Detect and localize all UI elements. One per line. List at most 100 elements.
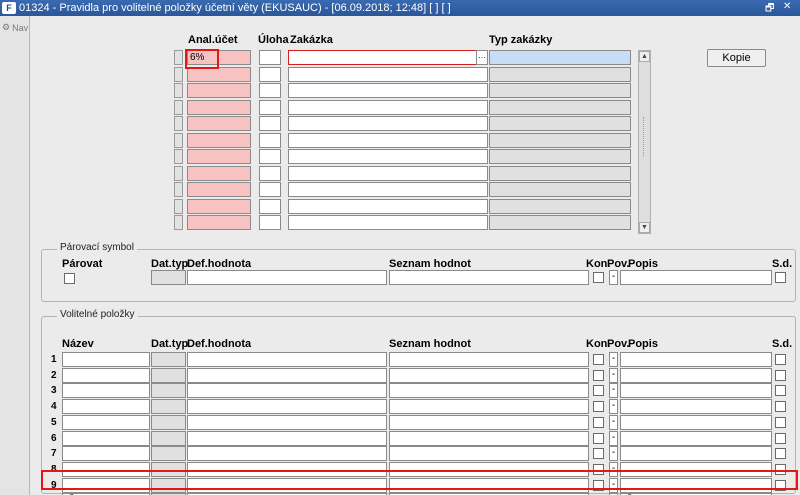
row-selector[interactable]: [174, 215, 183, 230]
anal-ucet-field[interactable]: [187, 165, 251, 181]
row-selector[interactable]: [174, 83, 183, 98]
row-selector[interactable]: [174, 99, 183, 115]
pov-field[interactable]: -: [609, 446, 618, 462]
defhodnota-field[interactable]: [187, 430, 387, 446]
kopie-button[interactable]: Kopie: [707, 49, 766, 67]
seznam-hodnot-field[interactable]: [389, 414, 589, 430]
popis-field[interactable]: [620, 430, 772, 446]
zakazka-field[interactable]: [288, 99, 488, 115]
uloha-field[interactable]: [259, 66, 281, 82]
arrow-down-icon[interactable]: ▼: [639, 222, 650, 233]
row-selector[interactable]: [174, 132, 183, 148]
popis-field[interactable]: [620, 446, 772, 462]
zakazka-field[interactable]: [288, 198, 488, 214]
zakazka-field[interactable]: [288, 165, 488, 181]
seznam-hodnot-field[interactable]: [389, 352, 589, 367]
row-selector[interactable]: [174, 149, 183, 164]
uloha-field[interactable]: [259, 215, 281, 230]
anal-ucet-field[interactable]: [187, 149, 251, 164]
defhodnota-field[interactable]: [187, 383, 387, 399]
close-icon[interactable]: ✕: [783, 1, 791, 12]
uloha-field[interactable]: [259, 165, 281, 181]
parovat-checkbox[interactable]: [64, 273, 75, 284]
parovaci-sd-checkbox[interactable]: [775, 272, 786, 283]
pov-field[interactable]: -: [609, 399, 618, 415]
row-selector[interactable]: [174, 116, 183, 131]
popis-field[interactable]: [620, 383, 772, 399]
defhodnota-field[interactable]: [187, 352, 387, 367]
defhodnota-field[interactable]: [187, 399, 387, 415]
uloha-field[interactable]: [259, 50, 281, 65]
anal-ucet-field[interactable]: [187, 83, 251, 98]
seznam-hodnot-field[interactable]: [389, 367, 589, 383]
pov-field[interactable]: -: [609, 430, 618, 446]
nazev-field[interactable]: [62, 414, 150, 430]
uloha-field[interactable]: [259, 116, 281, 131]
anal-ucet-field[interactable]: [187, 116, 251, 131]
sd-checkbox[interactable]: [775, 369, 786, 381]
parovaci-defhodnota-field[interactable]: [187, 270, 387, 285]
sd-checkbox[interactable]: [775, 385, 786, 397]
arrow-up-icon[interactable]: ▲: [639, 51, 650, 62]
zakazka-field[interactable]: [288, 116, 488, 131]
nazev-field[interactable]: [62, 352, 150, 367]
grid-scrollbar[interactable]: ▲ ▼: [638, 50, 651, 234]
seznam-hodnot-field[interactable]: [389, 383, 589, 399]
zakazka-field[interactable]: [288, 83, 488, 98]
navigator-tab[interactable]: ⚙ Nav: [2, 22, 28, 33]
nazev-field[interactable]: [62, 383, 150, 399]
sd-checkbox[interactable]: [775, 401, 786, 413]
kon-checkbox[interactable]: [593, 354, 604, 365]
uloha-field[interactable]: [259, 99, 281, 115]
defhodnota-field[interactable]: [187, 414, 387, 430]
seznam-hodnot-field[interactable]: [389, 399, 589, 415]
parovaci-kon-checkbox[interactable]: [593, 272, 604, 283]
uloha-field[interactable]: [259, 132, 281, 148]
defhodnota-field[interactable]: [187, 367, 387, 383]
parovaci-popis-field[interactable]: [620, 270, 772, 285]
zakazka-field[interactable]: [288, 149, 488, 164]
row-selector[interactable]: [174, 165, 183, 181]
anal-ucet-field[interactable]: [187, 182, 251, 197]
pov-field[interactable]: -: [609, 383, 618, 399]
sd-checkbox[interactable]: [775, 448, 786, 460]
row-selector[interactable]: [174, 182, 183, 197]
parovaci-seznam-field[interactable]: [389, 270, 589, 285]
kon-checkbox[interactable]: [593, 401, 604, 413]
popis-field[interactable]: [620, 367, 772, 383]
zakazka-field[interactable]: [288, 215, 488, 230]
row-selector[interactable]: [174, 66, 183, 82]
kon-checkbox[interactable]: [593, 432, 604, 444]
zakazka-field[interactable]: [288, 132, 488, 148]
kon-checkbox[interactable]: [593, 416, 604, 428]
nazev-field[interactable]: [62, 430, 150, 446]
anal-ucet-field[interactable]: [187, 99, 251, 115]
popis-field[interactable]: [620, 399, 772, 415]
zakazka-field[interactable]: [288, 182, 488, 197]
kon-checkbox[interactable]: [593, 369, 604, 381]
pov-field[interactable]: -: [609, 352, 618, 367]
kon-checkbox[interactable]: [593, 448, 604, 460]
uloha-field[interactable]: [259, 149, 281, 164]
nazev-field[interactable]: [62, 399, 150, 415]
defhodnota-field[interactable]: [187, 446, 387, 462]
row-selector[interactable]: [174, 198, 183, 214]
sd-checkbox[interactable]: [775, 416, 786, 428]
anal-ucet-field[interactable]: [187, 198, 251, 214]
pov-field[interactable]: -: [609, 367, 618, 383]
zakazka-field[interactable]: [288, 50, 488, 65]
popis-field[interactable]: [620, 352, 772, 367]
zakazka-field[interactable]: [288, 66, 488, 82]
uloha-field[interactable]: [259, 83, 281, 98]
popis-field[interactable]: [620, 414, 772, 430]
ellipsis-icon[interactable]: ···: [476, 50, 488, 65]
sd-checkbox[interactable]: [775, 432, 786, 444]
seznam-hodnot-field[interactable]: [389, 446, 589, 462]
uloha-field[interactable]: [259, 182, 281, 197]
anal-ucet-field[interactable]: [187, 132, 251, 148]
kon-checkbox[interactable]: [593, 385, 604, 397]
row-selector[interactable]: [174, 50, 183, 65]
anal-ucet-field[interactable]: [187, 215, 251, 230]
nazev-field[interactable]: [62, 367, 150, 383]
nazev-field[interactable]: [62, 446, 150, 462]
